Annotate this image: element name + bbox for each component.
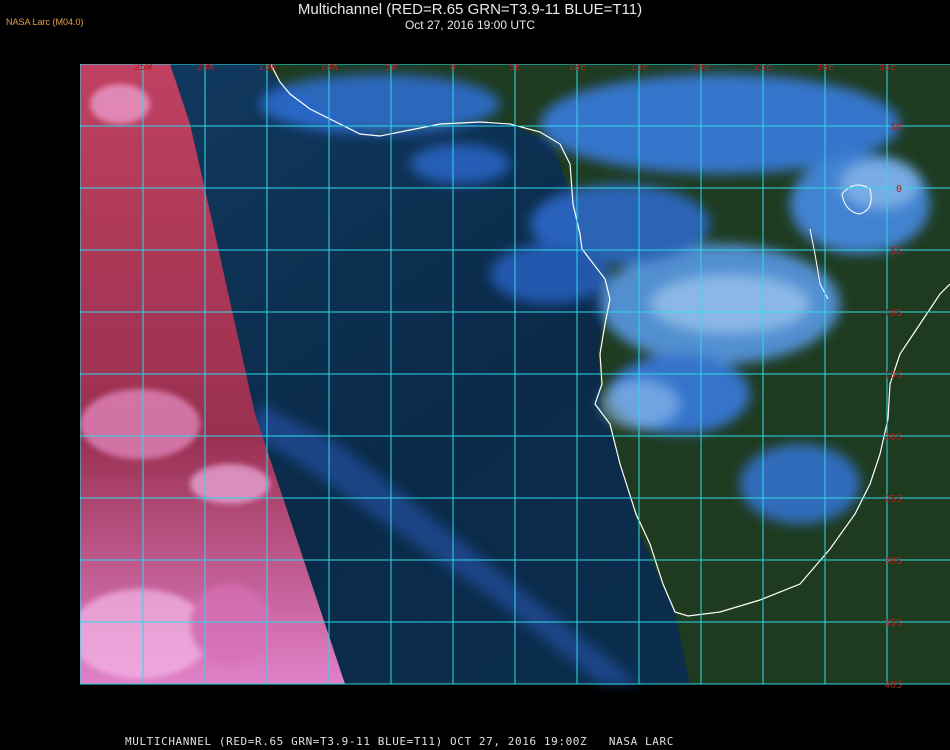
longitude-label: 25E — [754, 64, 772, 73]
longitude-label: 20E — [692, 64, 710, 73]
map-timestamp: Oct 27, 2016 19:00 UTC — [404, 18, 536, 32]
footer-caption: MULTICHANNEL (RED=R.65 GRN=T3.9-11 BLUE=… — [125, 735, 674, 748]
longitude-label: 30E — [816, 64, 834, 73]
satellite-image: 25W 20W 15W 10W 5W 0 5E 10E 15E 20E 25E 30E 35E 5N 0 5S… — [70, 43, 950, 691]
latitude-label: 25S — [884, 494, 902, 505]
latitude-label: 10S — [884, 308, 902, 319]
latitude-label: 15S — [884, 370, 902, 381]
latitude-label: 40S — [884, 680, 902, 691]
longitude-label: 0 — [450, 64, 456, 73]
map-title: Multichannel (RED=R.65 GRN=T3.9-11 BLUE=… — [297, 1, 643, 18]
longitude-label: 5W — [385, 64, 398, 73]
satellite-map: 25W 20W 15W 10W 5W 0 5E 10E 15E 20E 25E 30E 35E 5N 0 5S… — [70, 43, 950, 728]
longitude-label: 5E — [509, 64, 521, 73]
latitude-label: 5N — [890, 122, 902, 133]
latitude-label: 5S — [890, 246, 902, 257]
latitude-label: 0 — [896, 184, 902, 195]
longitude-label: 25W — [134, 64, 153, 73]
longitude-label: 20W — [196, 64, 215, 73]
longitude-label: 10E — [568, 64, 586, 73]
latitude-label: 35S — [884, 618, 902, 629]
longitude-label: 10W — [320, 64, 339, 73]
longitude-label: 35E — [878, 64, 896, 73]
longitude-label: 15E — [630, 64, 648, 73]
longitude-label: 15W — [258, 64, 277, 73]
latitude-label: 20S — [884, 432, 902, 443]
latitude-label: 30S — [884, 556, 902, 567]
